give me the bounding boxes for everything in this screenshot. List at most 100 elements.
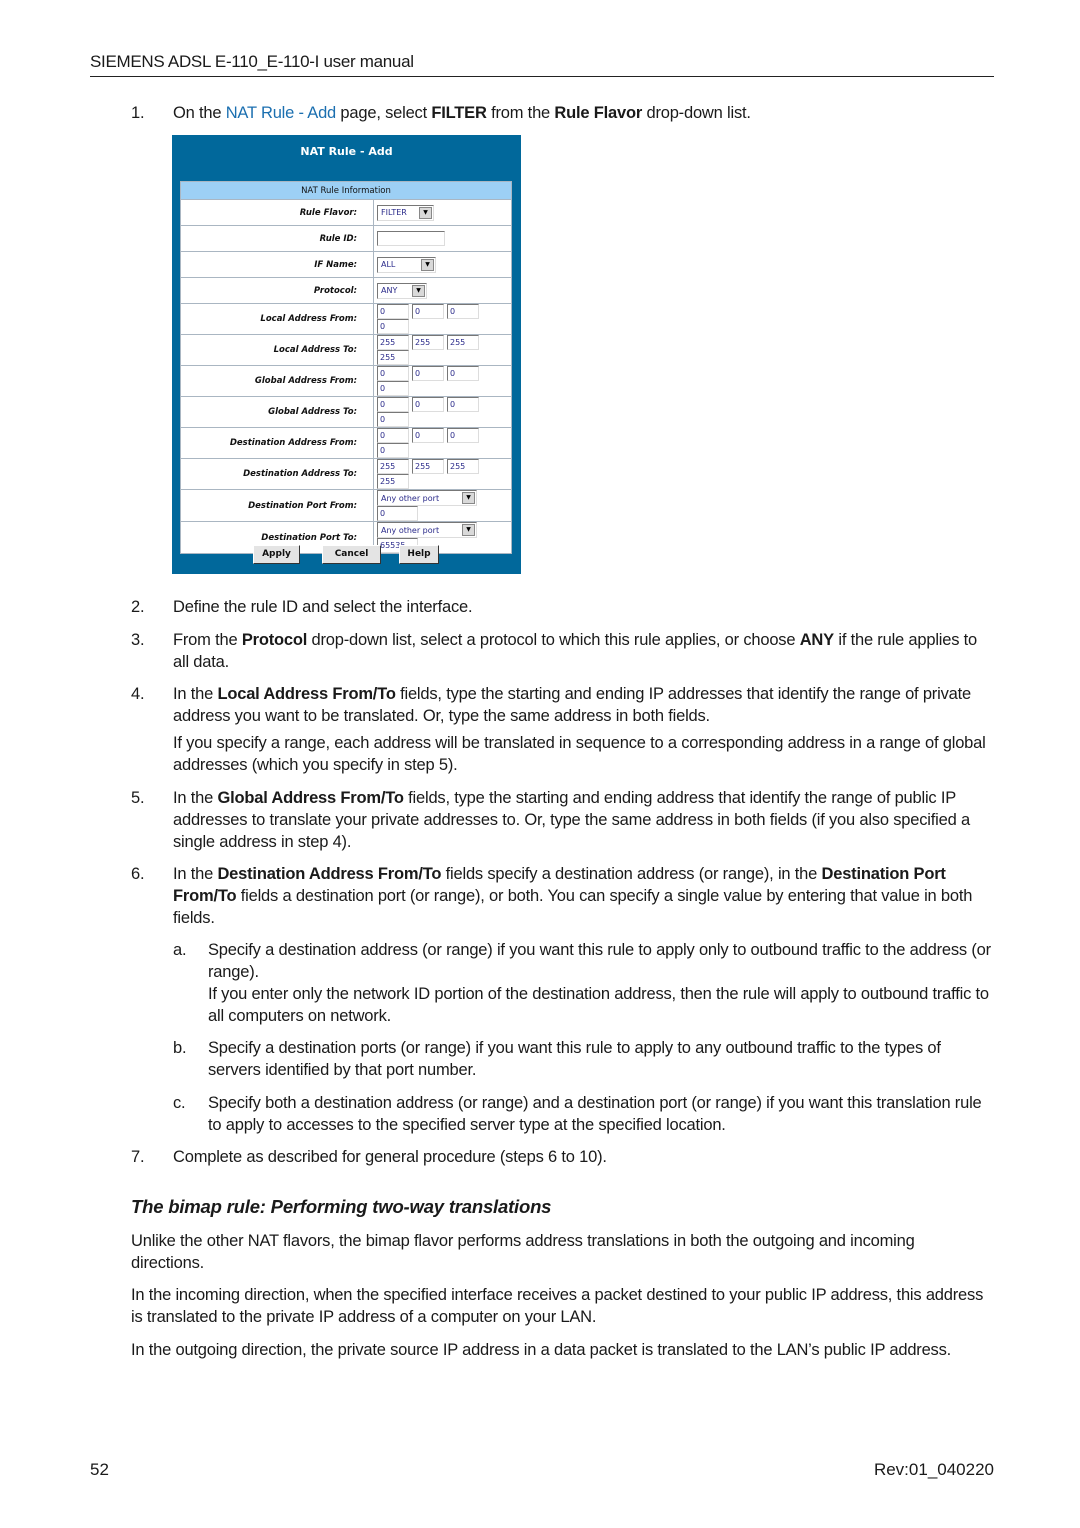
field-label: Global Address From: (180, 365, 374, 397)
form-title: NAT Rule - Add (300, 145, 393, 158)
step-6a: a. Specify a destination address (or ran… (173, 939, 991, 1027)
octet-input[interactable]: 0 (377, 304, 409, 319)
nat-rule-add-link: NAT Rule - Add (225, 104, 337, 122)
revision-label: Rev:01_040220 (873, 1460, 994, 1479)
step-4: 4. In the Local Address From/To fields, … (131, 683, 991, 776)
step-7: 7. Complete as described for general pro… (131, 1146, 991, 1168)
paragraph: In the outgoing direction, the private s… (131, 1341, 952, 1359)
step-text: In the (173, 685, 218, 703)
row-local-address-from: Local Address From: 0 0 00 (180, 303, 512, 335)
field-label: Destination Port From: (180, 489, 374, 522)
cancel-button[interactable]: Cancel (322, 545, 381, 564)
field-label: Rule ID: (180, 225, 374, 252)
row-global-address-to: Global Address To: 0 0 00 (180, 396, 512, 428)
step-number: 5. (131, 789, 145, 807)
protocol-select[interactable]: ANY ▼ (377, 282, 427, 299)
step-note: If you enter only the network ID portion… (208, 985, 989, 1025)
octet-input[interactable]: 0 (377, 366, 409, 381)
step-text: On the (173, 104, 226, 122)
octet-input[interactable]: 255 (377, 335, 409, 350)
octet-input[interactable]: 0 (412, 397, 444, 412)
rule-flavor-select[interactable]: FILTER ▼ (377, 204, 434, 221)
step-text: Specify both a destination address (or r… (208, 1094, 982, 1134)
octet-input[interactable]: 255 (412, 335, 444, 350)
octet-input[interactable]: 255 (377, 459, 409, 474)
field-label: Rule Flavor: (180, 199, 374, 226)
step-1: 1. On the NAT Rule - Add page, select FI… (131, 102, 991, 124)
paragraph: In the incoming direction, when the spec… (131, 1286, 984, 1326)
octet-input[interactable]: 0 (377, 443, 409, 458)
octet-input[interactable]: 0 (447, 397, 479, 412)
select-value: Any other port (381, 493, 440, 503)
step-2: 2. Define the rule ID and select the int… (131, 596, 991, 618)
paragraph: Unlike the other NAT flavors, the bimap … (131, 1232, 915, 1272)
section-heading: The bimap rule: Performing two-way trans… (131, 1196, 552, 1217)
octet-input[interactable]: 255 (412, 459, 444, 474)
octet-input[interactable]: 0 (447, 428, 479, 443)
octet-input[interactable]: 0 (412, 366, 444, 381)
bold-term: FILTER (431, 104, 487, 122)
step-letter: a. (173, 941, 187, 959)
field-label: Local Address From: (180, 303, 374, 335)
bold-term: ANY (799, 631, 834, 649)
octet-input[interactable]: 0 (447, 304, 479, 319)
chevron-down-icon: ▼ (462, 524, 475, 536)
chevron-down-icon: ▼ (462, 492, 475, 504)
page-number: 52 (90, 1460, 109, 1479)
select-value: FILTER (381, 208, 407, 217)
step-text: from the (486, 104, 555, 122)
row-destination-address-to: Destination Address To: 255 255 255255 (180, 458, 512, 490)
port-from-select[interactable]: Any other port ▼ (377, 490, 477, 506)
step-text: Specify a destination ports (or range) i… (208, 1039, 941, 1079)
help-button[interactable]: Help (399, 545, 439, 564)
step-text: From the (173, 631, 242, 649)
octet-input[interactable]: 0 (447, 366, 479, 381)
section-header: NAT Rule Information (180, 181, 512, 200)
field-label: Global Address To: (180, 396, 374, 428)
field-label: Destination Address To: (180, 458, 374, 490)
step-text: drop-down list, select a protocol to whi… (307, 631, 800, 649)
bold-term: Rule Flavor (554, 104, 643, 122)
field-label: Destination Address From: (180, 427, 374, 459)
octet-input[interactable]: 255 (447, 459, 479, 474)
octet-input[interactable]: 255 (447, 335, 479, 350)
row-local-address-to: Local Address To: 255 255 255255 (180, 334, 512, 366)
step-text: page, select (336, 104, 432, 122)
rule-id-input[interactable] (377, 231, 445, 246)
step-6c: c. Specify both a destination address (o… (173, 1092, 991, 1136)
apply-button[interactable]: Apply (253, 545, 300, 564)
select-value: Any other port (381, 525, 440, 535)
row-global-address-from: Global Address From: 0 0 00 (180, 365, 512, 397)
octet-input[interactable]: 0 (377, 319, 409, 334)
port-from-input[interactable]: 0 (377, 506, 418, 521)
step-6b: b. Specify a destination ports (or range… (173, 1037, 991, 1081)
octet-input[interactable]: 0 (412, 304, 444, 319)
field-label: IF Name: (180, 251, 374, 278)
octet-input[interactable]: 0 (377, 412, 409, 427)
step-number: 4. (131, 685, 145, 703)
octet-input[interactable]: 0 (377, 381, 409, 396)
step-number: 3. (131, 631, 145, 649)
step-6: 6. In the Destination Address From/To fi… (131, 863, 991, 929)
step-number: 7. (131, 1148, 145, 1166)
step-number: 1. (131, 104, 145, 122)
step-text: fields specify a destination address (or… (441, 865, 822, 883)
octet-input[interactable]: 0 (412, 428, 444, 443)
step-3: 3. From the Protocol drop-down list, sel… (131, 629, 991, 673)
bold-term: Local Address From/To (217, 685, 396, 703)
row-rule-flavor: Rule Flavor: FILTER ▼ (180, 199, 512, 226)
nat-rule-table: NAT Rule Information Rule Flavor: FILTER… (180, 181, 512, 554)
port-to-select[interactable]: Any other port ▼ (377, 522, 477, 538)
octet-input[interactable]: 255 (377, 350, 409, 365)
octet-input[interactable]: 0 (377, 428, 409, 443)
step-letter: c. (173, 1094, 186, 1112)
octet-input[interactable]: 0 (377, 397, 409, 412)
step-text: drop-down list. (642, 104, 751, 122)
step-number: 2. (131, 598, 145, 616)
step-text: Complete as described for general proced… (173, 1148, 607, 1166)
if-name-select[interactable]: ALL ▼ (377, 256, 436, 273)
row-if-name: IF Name: ALL ▼ (180, 251, 512, 278)
document-header: SIEMENS ADSL E-110_E-110-I user manual (90, 52, 994, 77)
chevron-down-icon: ▼ (421, 258, 434, 271)
octet-input[interactable]: 255 (377, 474, 409, 489)
